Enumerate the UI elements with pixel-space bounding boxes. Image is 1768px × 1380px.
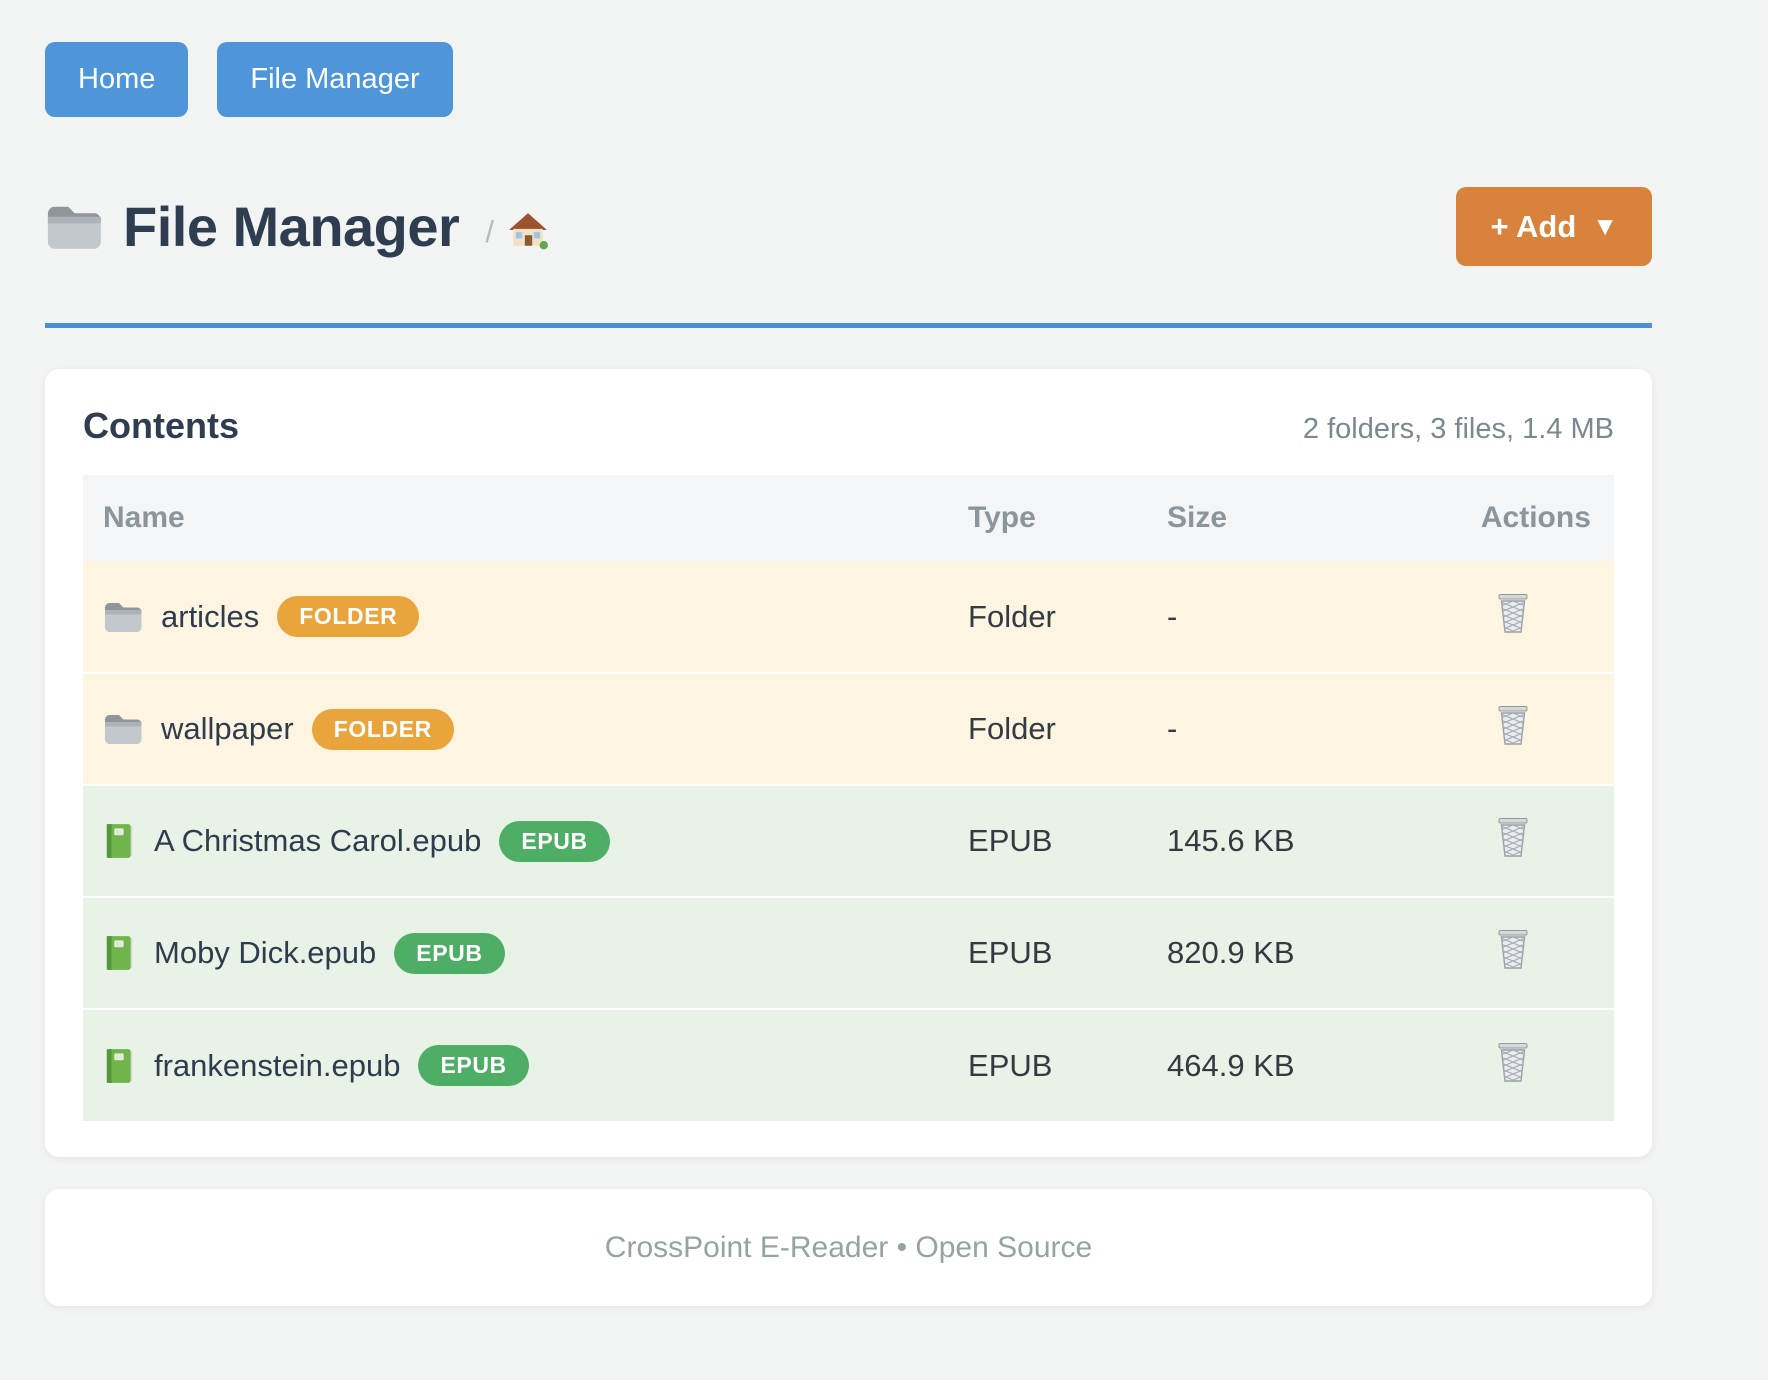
column-header-actions: Actions (1461, 475, 1614, 561)
entry-link[interactable]: articles FOLDER (103, 596, 928, 637)
contents-summary: 2 folders, 3 files, 1.4 MB (1303, 413, 1614, 446)
trash-icon (1495, 592, 1531, 634)
entry-size: 820.9 KB (1147, 897, 1461, 1009)
table-row: articles FOLDER Folder - (83, 561, 1614, 673)
folder-badge: FOLDER (277, 596, 419, 637)
contents-title: Contents (83, 405, 239, 447)
green-book-icon (103, 822, 136, 860)
top-nav: Home File Manager (45, 0, 1652, 117)
entry-link[interactable]: A Christmas Carol.epub EPUB (103, 821, 928, 862)
entry-type: Folder (948, 561, 1147, 673)
entry-type: EPUB (948, 785, 1147, 897)
file-manager-button[interactable]: File Manager (217, 42, 452, 117)
chevron-down-icon: ▼ (1592, 211, 1618, 242)
epub-badge: EPUB (499, 821, 609, 862)
folder-icon (103, 711, 143, 747)
delete-button[interactable] (1481, 592, 1531, 634)
entry-name: articles (161, 599, 259, 635)
file-table-body: articles FOLDER Folder - (83, 561, 1614, 1121)
entry-name: A Christmas Carol.epub (154, 823, 481, 859)
entry-size: - (1147, 673, 1461, 785)
entry-size: - (1147, 561, 1461, 673)
green-book-icon (103, 934, 136, 972)
entry-name: frankenstein.epub (154, 1048, 400, 1084)
footer: CrossPoint E-Reader • Open Source (45, 1189, 1652, 1306)
entry-type: EPUB (948, 1009, 1147, 1121)
entry-type: Folder (948, 673, 1147, 785)
entry-link[interactable]: wallpaper FOLDER (103, 709, 928, 750)
column-header-size: Size (1147, 475, 1461, 561)
trash-icon (1495, 816, 1531, 858)
folder-badge: FOLDER (312, 709, 454, 750)
table-row: wallpaper FOLDER Folder - (83, 673, 1614, 785)
delete-button[interactable] (1481, 704, 1531, 746)
trash-icon (1495, 1041, 1531, 1083)
epub-badge: EPUB (394, 933, 504, 974)
table-row: A Christmas Carol.epub EPUB EPUB 145.6 K… (83, 785, 1614, 897)
entry-link[interactable]: Moby Dick.epub EPUB (103, 933, 928, 974)
folder-icon (103, 599, 143, 635)
green-book-icon (103, 1047, 136, 1085)
header-rule (45, 323, 1652, 328)
home-icon[interactable] (508, 212, 548, 250)
entry-size: 464.9 KB (1147, 1009, 1461, 1121)
delete-button[interactable] (1481, 1041, 1531, 1083)
page-header: File Manager / + Add ▼ (45, 187, 1652, 266)
entry-type: EPUB (948, 897, 1147, 1009)
entry-name: Moby Dick.epub (154, 935, 376, 971)
entry-link[interactable]: frankenstein.epub EPUB (103, 1045, 928, 1086)
title-group: File Manager / (45, 194, 548, 259)
add-button-label: + Add (1490, 209, 1576, 245)
breadcrumb-separator: / (485, 214, 494, 250)
delete-button[interactable] (1481, 816, 1531, 858)
table-row: Moby Dick.epub EPUB EPUB 820.9 KB (83, 897, 1614, 1009)
column-header-name: Name (83, 475, 948, 561)
entry-name: wallpaper (161, 711, 294, 747)
entry-size: 145.6 KB (1147, 785, 1461, 897)
file-table: Name Type Size Actions articles FOLDER (83, 475, 1614, 1121)
page-title: File Manager (123, 194, 459, 259)
folder-icon (45, 202, 103, 252)
delete-button[interactable] (1481, 928, 1531, 970)
home-button[interactable]: Home (45, 42, 188, 117)
trash-icon (1495, 928, 1531, 970)
contents-card-header: Contents 2 folders, 3 files, 1.4 MB (83, 405, 1614, 447)
trash-icon (1495, 704, 1531, 746)
page-container: Home File Manager File Manager / + Add ▼… (45, 0, 1652, 1306)
epub-badge: EPUB (418, 1045, 528, 1086)
column-header-type: Type (948, 475, 1147, 561)
footer-text: CrossPoint E-Reader • Open Source (605, 1231, 1092, 1265)
contents-card: Contents 2 folders, 3 files, 1.4 MB Name… (45, 369, 1652, 1157)
add-button[interactable]: + Add ▼ (1456, 187, 1652, 266)
file-table-head: Name Type Size Actions (83, 475, 1614, 561)
table-row: frankenstein.epub EPUB EPUB 464.9 KB (83, 1009, 1614, 1121)
